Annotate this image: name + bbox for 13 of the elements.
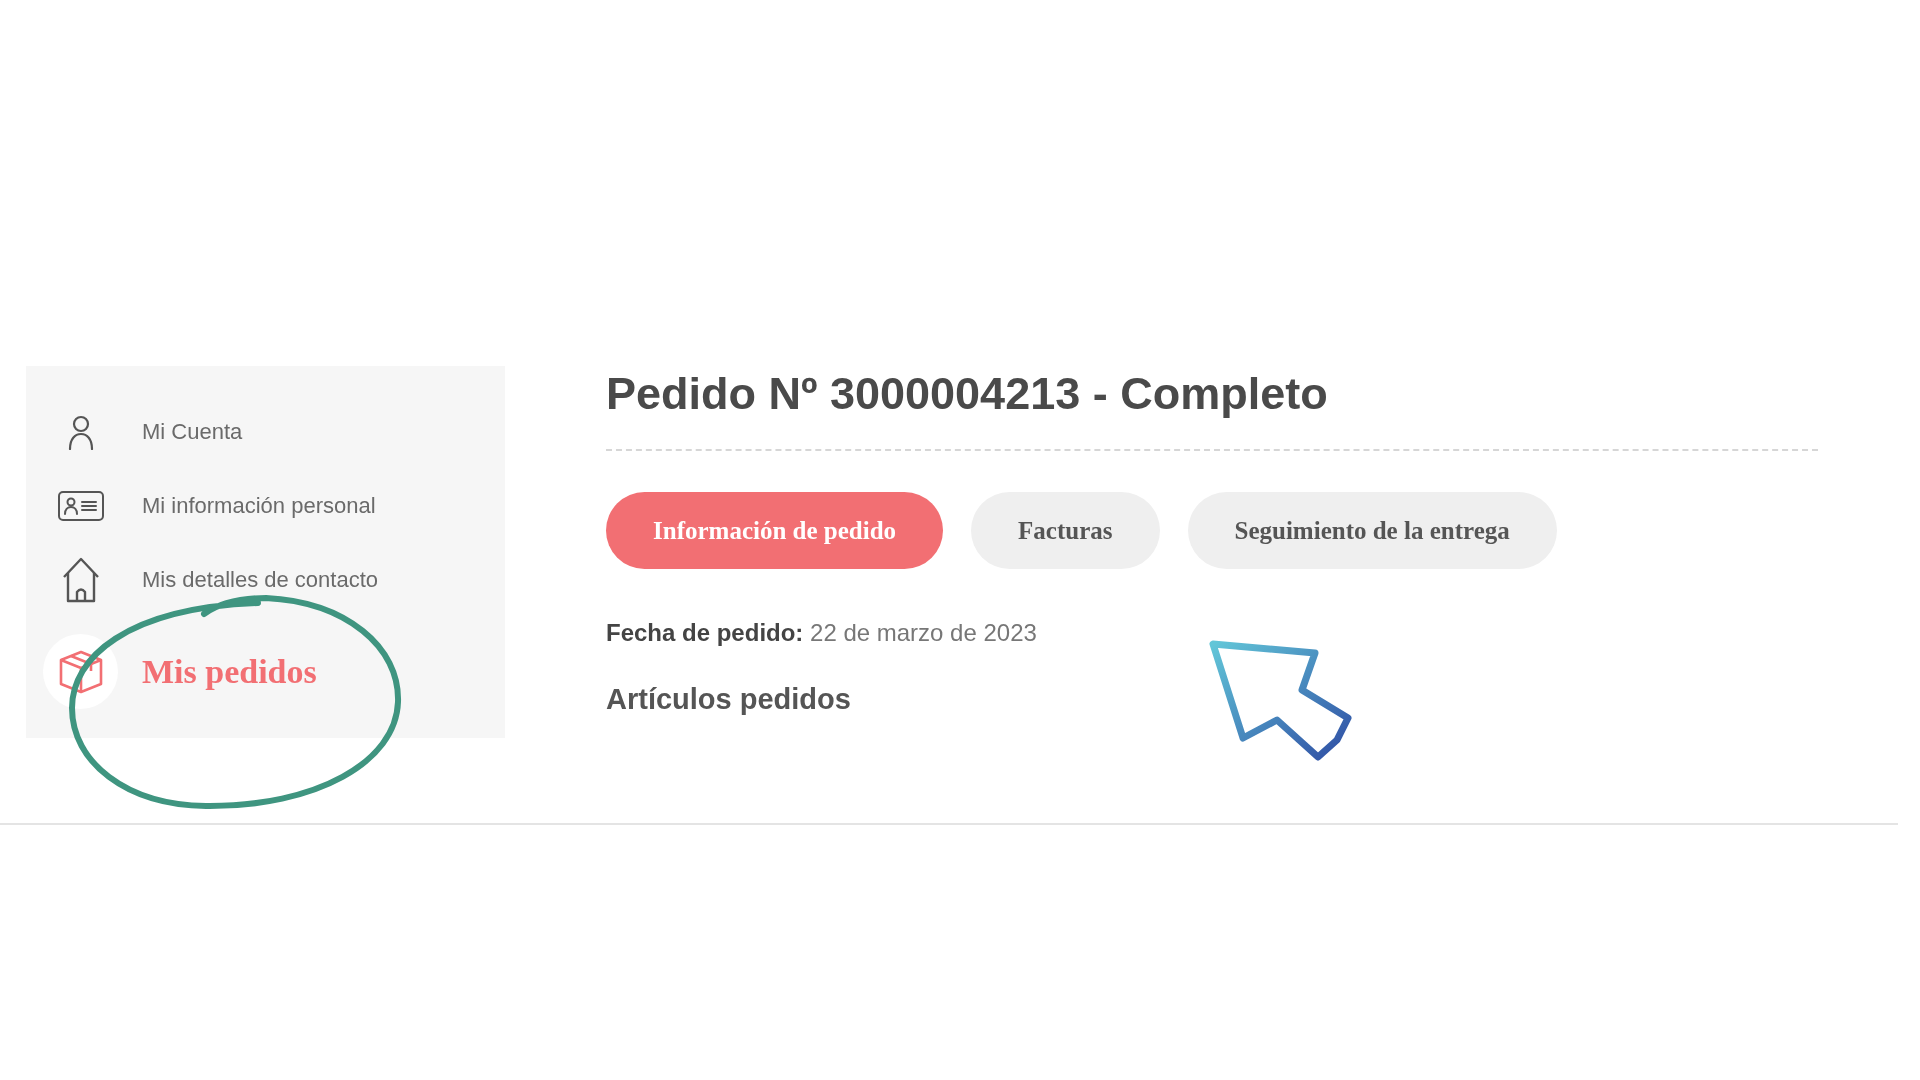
tab[interactable]: Facturas (971, 492, 1160, 569)
tab[interactable]: Información de pedido (606, 492, 944, 569)
order-date-text: Fecha de pedido: 22 de marzo de 2023 (606, 618, 1037, 648)
id-card-icon (57, 491, 104, 521)
order-title: Pedido Nº 3000004213 - Completo (606, 368, 1329, 420)
sidebar-item[interactable]: Mi información personal (43, 469, 386, 543)
section-heading: Artículos pedidos (606, 682, 852, 717)
sidebar-item[interactable]: Mi Cuenta (43, 395, 253, 469)
house-icon (61, 557, 100, 603)
sidebar-item[interactable]: Mis detalles de contacto (43, 543, 389, 617)
sidebar-item[interactable]: Mis pedidos (43, 634, 327, 709)
tab[interactable]: Seguimiento de la entrega (1187, 492, 1557, 569)
person-icon (67, 414, 94, 450)
